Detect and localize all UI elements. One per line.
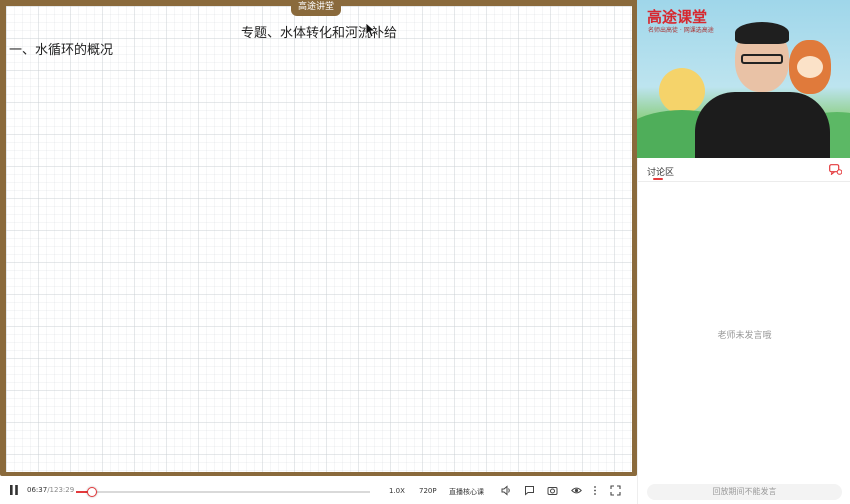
current-time: 06:37 (27, 486, 48, 494)
quality-button[interactable]: 720P (419, 487, 437, 495)
discussion-tab-indicator (653, 178, 663, 180)
background-sun (659, 68, 705, 114)
discussion-tab[interactable]: 讨论区 (647, 165, 674, 178)
discussion-header: 讨论区 (638, 158, 850, 182)
eye-icon[interactable] (571, 485, 582, 496)
brand-logo: 高途课堂 (647, 8, 708, 26)
screenshot-icon[interactable] (547, 485, 558, 496)
teacher-video: 高途课堂 名师出高徒 · 网课选高途 (637, 0, 850, 158)
teacher-body (695, 92, 830, 158)
more-options-icon[interactable] (592, 485, 598, 496)
danmaku-icon[interactable] (524, 485, 535, 496)
playback-time: 06:37/123:29 (27, 486, 74, 494)
player-controls: 06:37/123:29 1.0X 720P 直播核心课 (0, 476, 637, 504)
teacher-hair (735, 22, 789, 44)
section-heading: 一、水循环的概况 (9, 43, 114, 58)
course-mode-button[interactable]: 直播核心课 (449, 487, 484, 497)
whiteboard-frame: 专题、水体转化和河流补给 一、水循环的概况 高途讲堂 (0, 0, 637, 476)
whiteboard: 专题、水体转化和河流补给 一、水循环的概况 (6, 6, 632, 472)
live-class-player: 专题、水体转化和河流补给 一、水循环的概况 高途讲堂 高途课堂 名师出高徒 · … (0, 0, 850, 504)
progress-handle[interactable] (87, 487, 97, 497)
mascot-face (797, 56, 823, 78)
progress-bar[interactable] (76, 487, 370, 497)
chat-bubble-icon[interactable] (829, 164, 842, 175)
board-title: 专题、水体转化和河流补给 (240, 26, 397, 41)
total-time: /123:29 (47, 486, 75, 494)
board-tab-label: 高途讲堂 (291, 0, 341, 16)
brand-slogan: 名师出高徒 · 网课选高途 (648, 27, 714, 34)
pause-icon[interactable] (9, 484, 19, 496)
teacher-glasses (741, 54, 783, 64)
mouse-cursor-icon (365, 22, 375, 38)
empty-message: 老师未发言哦 (717, 331, 772, 341)
discussion-panel: 讨论区 老师未发言哦 回放期间不能发言 (637, 158, 850, 504)
volume-icon[interactable] (501, 485, 512, 496)
speed-button[interactable]: 1.0X (389, 487, 405, 495)
fullscreen-icon[interactable] (610, 485, 621, 496)
message-input[interactable]: 回放期间不能发言 (647, 484, 842, 500)
